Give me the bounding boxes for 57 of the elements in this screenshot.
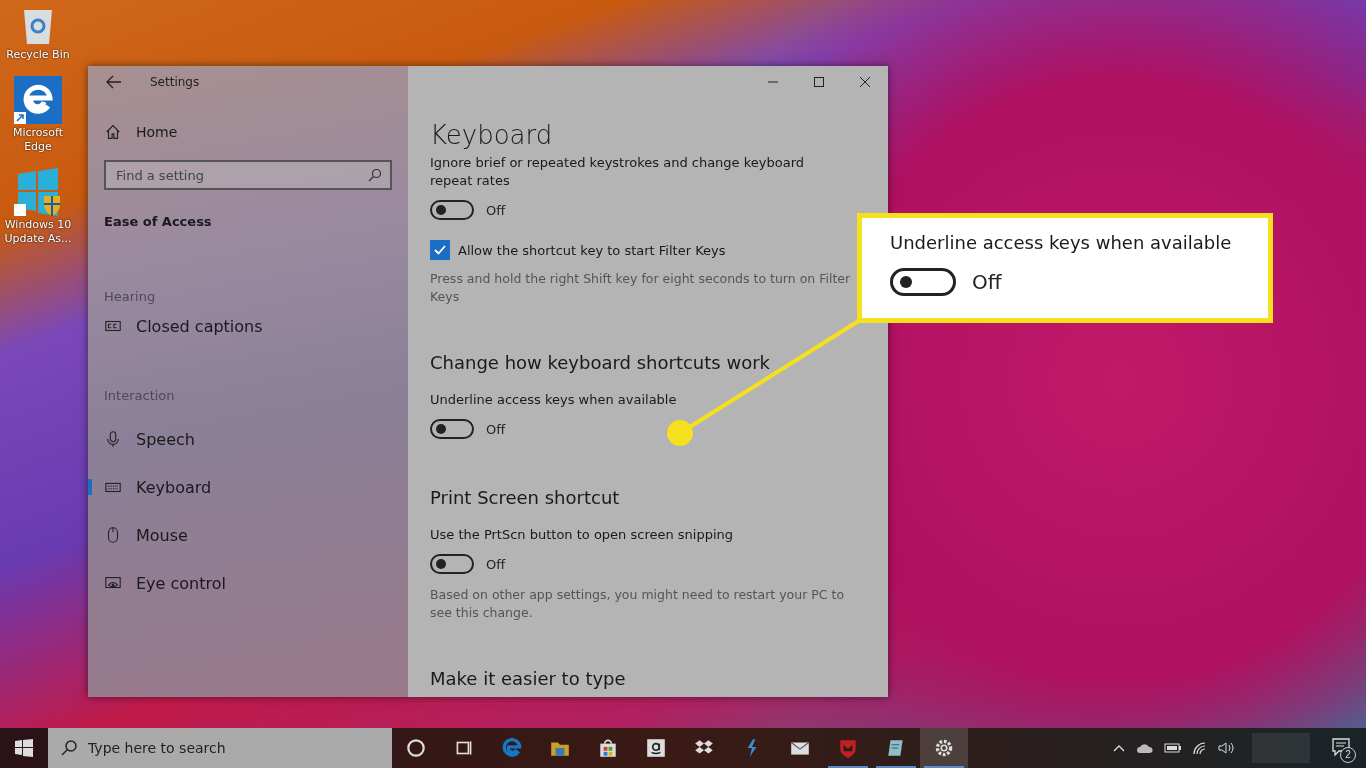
toggle-switch[interactable]	[890, 268, 956, 296]
section-heading: Make it easier to type	[430, 668, 627, 689]
setting-label: Ignore brief or repeated keystrokes and change keyboard repeat rates	[430, 154, 806, 190]
toggle-switch[interactable]	[430, 554, 474, 574]
toggle-switch[interactable]	[430, 200, 474, 220]
action-center-button[interactable]: 2	[1326, 733, 1356, 763]
desktop-icon-label[interactable]: Recycle Bin	[3, 48, 73, 62]
edge-icon	[501, 737, 523, 759]
pointer-dot	[667, 420, 693, 446]
letter-a-icon	[645, 737, 667, 759]
category-heading: Ease of Access	[104, 214, 213, 229]
setting-label: Underline access keys when available	[890, 232, 1233, 253]
toggle-state-label: Off	[486, 202, 506, 218]
toggle-switch[interactable]	[430, 419, 474, 439]
shopping-bag-icon	[597, 737, 619, 759]
checkmark-icon	[433, 243, 447, 257]
desktop-icon-label[interactable]: Microsoft Edge	[3, 126, 73, 154]
search-icon	[368, 168, 382, 182]
toggle-state-label: Off	[486, 556, 506, 572]
battery-icon[interactable]	[1164, 741, 1182, 755]
search-field[interactable]: Find a setting	[104, 160, 392, 190]
notification-icon	[1330, 735, 1352, 758]
toggle-state-label: Off	[486, 421, 506, 437]
home-icon	[104, 123, 122, 141]
setting-label: Underline access keys when available	[430, 391, 678, 409]
shield-icon	[837, 737, 859, 759]
window-title: Settings	[150, 75, 200, 89]
circle-icon	[405, 737, 427, 759]
cloud-icon[interactable]	[1136, 741, 1154, 755]
setting-description: Press and hold the right Shift key for eight seconds to turn on Filter Keys	[430, 270, 852, 306]
windows-shield-icon	[14, 168, 62, 216]
taskbar-app-button[interactable]	[920, 728, 968, 768]
nav-item[interactable]: Speech	[88, 415, 392, 463]
edge-icon	[14, 76, 62, 124]
setting-description: Based on other app settings, you might need to restart your PC to see this change.	[430, 586, 846, 622]
toggle-state-label: Off	[972, 270, 1002, 294]
nav-item[interactable]: Mouse	[88, 511, 392, 559]
speaker-icon[interactable]	[1218, 741, 1236, 755]
group-heading: Interaction	[104, 388, 176, 403]
section-heading: Print Screen shortcut	[430, 487, 621, 508]
nav-item[interactable]: Keyboard	[88, 463, 392, 511]
checkbox-label: Allow the shortcut key to start Filter Keys	[458, 242, 726, 258]
taskbar-search-field[interactable]: Type here to search	[48, 728, 392, 768]
home-nav-item[interactable]: Home	[104, 120, 392, 144]
checkbox[interactable]	[430, 240, 450, 260]
search-icon	[60, 739, 78, 757]
wifi-icon[interactable]	[1192, 741, 1208, 755]
nav-item[interactable]: Closed captions	[88, 312, 392, 340]
section-heading: Change how keyboard shortcuts work	[430, 352, 771, 373]
group-heading: Hearing	[104, 289, 157, 304]
setting-label: Use the PrtScn button to open screen snipping	[430, 526, 735, 544]
desktop-icon-label[interactable]: Windows 10 Update As...	[3, 218, 73, 246]
gear-icon	[933, 737, 955, 759]
microphone-icon	[104, 430, 122, 448]
page-title: Keyboard	[430, 120, 554, 150]
nav-item[interactable]: Eye control	[88, 559, 392, 607]
notification-count: 2	[1340, 747, 1356, 763]
